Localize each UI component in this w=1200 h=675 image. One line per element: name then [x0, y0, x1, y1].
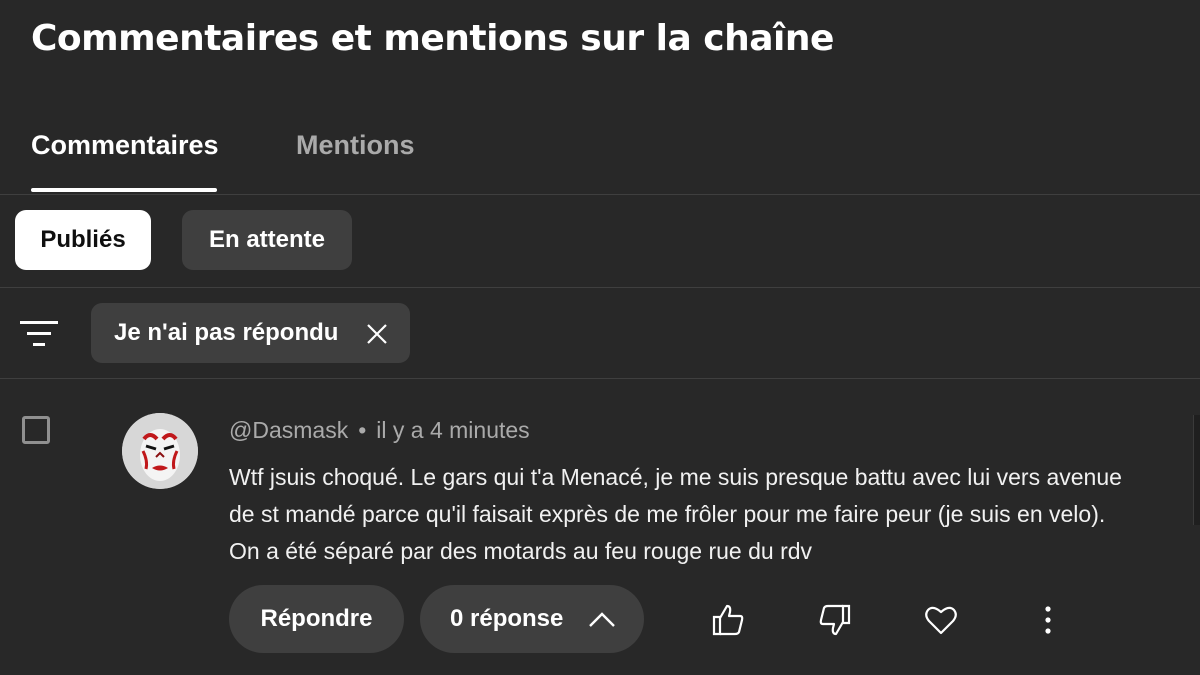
comment-author[interactable]: @Dasmask — [229, 417, 348, 443]
meta-separator: • — [358, 417, 367, 443]
replies-toggle-button[interactable]: 0 réponse — [420, 585, 644, 653]
active-tab-indicator — [31, 188, 217, 192]
filter-row: Je n'ai pas répondu — [0, 288, 1200, 379]
replies-count-label: 0 réponse — [450, 605, 564, 632]
filter-icon[interactable] — [20, 318, 58, 348]
chip-pending[interactable]: En attente — [182, 210, 352, 270]
reply-button[interactable]: Répondre — [229, 585, 404, 653]
kabuki-mask-avatar-icon — [122, 413, 198, 489]
chevron-up-icon — [589, 612, 615, 627]
comment-body: Wtf jsuis choqué. Le gars qui t'a Menacé… — [229, 459, 1189, 570]
comment-line: de st mandé parce qu'il faisait exprès d… — [229, 501, 1106, 527]
tab-comments[interactable]: Commentaires — [31, 130, 219, 161]
tab-mentions[interactable]: Mentions — [296, 130, 415, 161]
filter-chip-label: Je n'ai pas répondu — [114, 319, 339, 346]
comment-timestamp[interactable]: il y a 4 minutes — [376, 417, 529, 443]
page-title: Commentaires et mentions sur la chaîne — [31, 18, 834, 59]
heart-icon[interactable] — [923, 602, 959, 638]
filter-chip-not-replied[interactable]: Je n'ai pas répondu — [91, 303, 410, 363]
status-chip-row: Publiés En attente — [0, 194, 1200, 288]
like-icon[interactable] — [710, 602, 746, 638]
comment-line: On a été séparé par des motards au feu r… — [229, 538, 813, 564]
comment-item: @Dasmask • il y a 4 minutes Wtf jsuis choq… — [0, 379, 1200, 675]
tab-bar: Commentaires Mentions — [0, 108, 1200, 195]
more-vert-icon[interactable] — [1030, 602, 1066, 638]
dislike-icon[interactable] — [817, 602, 853, 638]
scrollbar[interactable] — [1193, 415, 1200, 525]
comment-meta: @Dasmask • il y a 4 minutes — [229, 417, 530, 444]
close-icon[interactable] — [365, 322, 389, 346]
comment-select-checkbox[interactable] — [22, 416, 50, 444]
avatar[interactable] — [122, 413, 198, 489]
chip-published[interactable]: Publiés — [15, 210, 151, 270]
comment-line: Wtf jsuis choqué. Le gars qui t'a Menacé… — [229, 464, 1122, 490]
